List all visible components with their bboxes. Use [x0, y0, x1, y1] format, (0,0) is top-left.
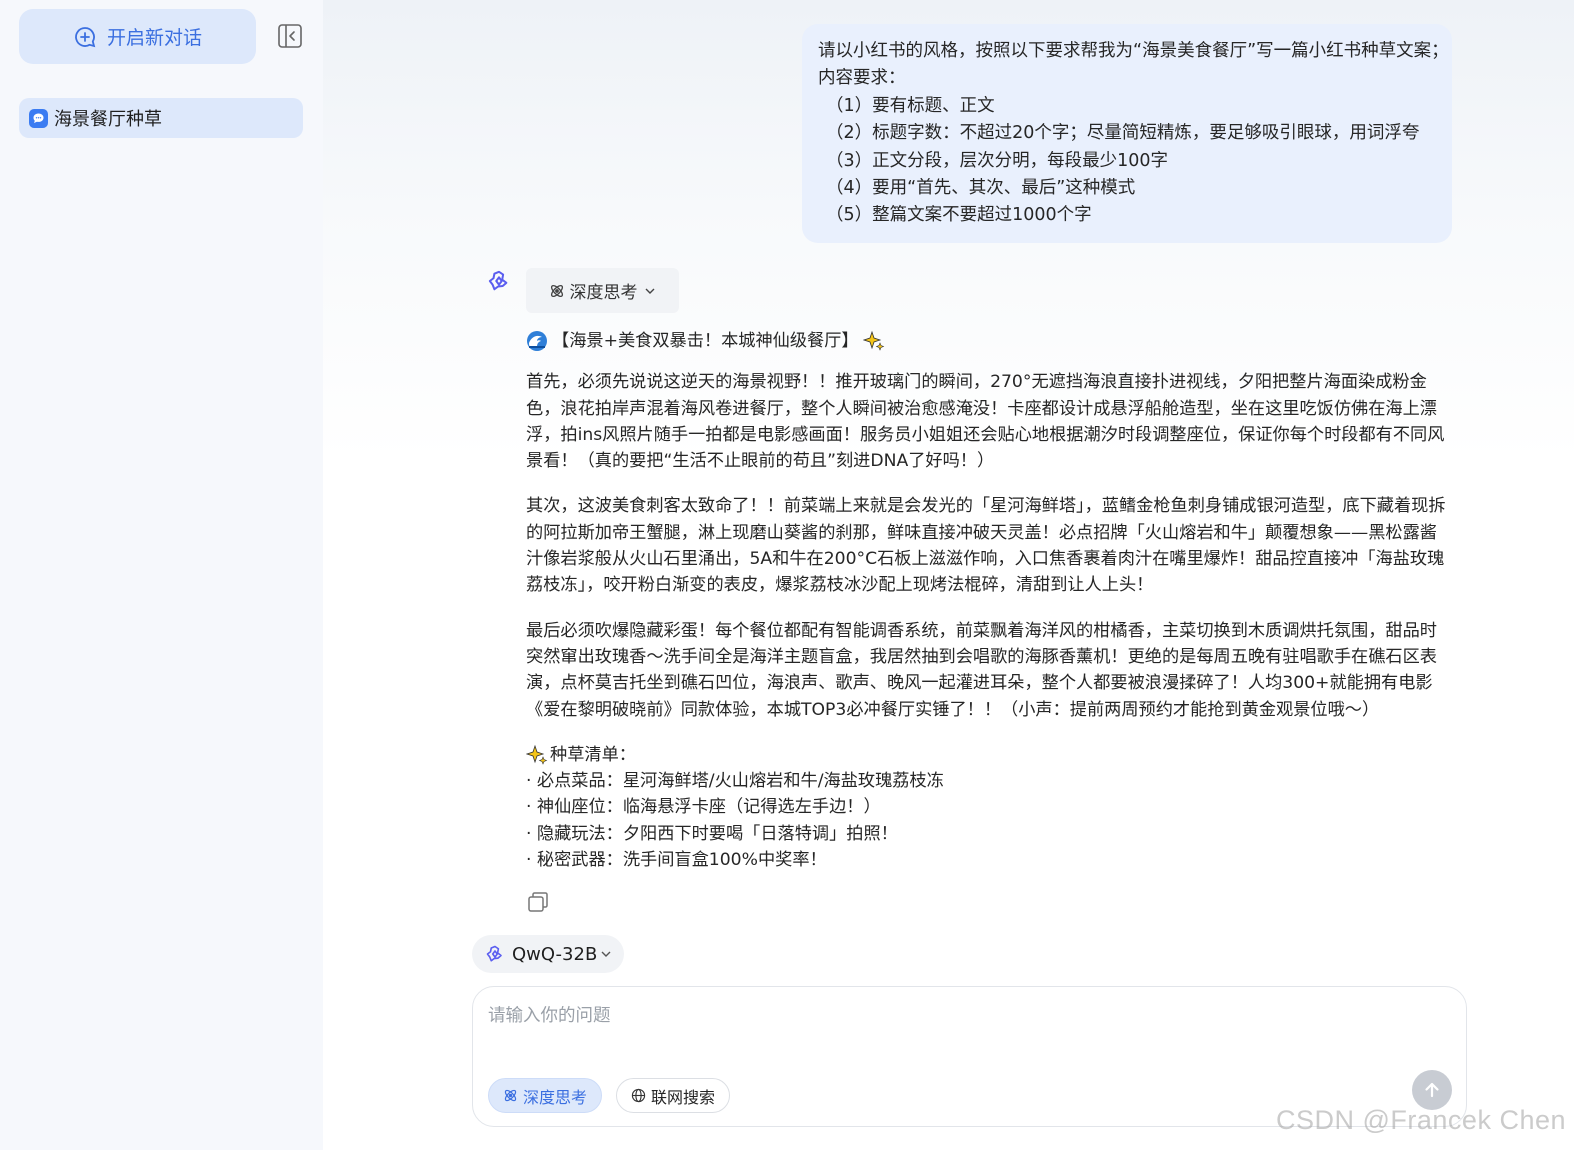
qwen-logo-icon: [486, 945, 502, 962]
atom-icon: [504, 1089, 517, 1102]
chat-main: 请以小红书的风格，按照以下要求帮我为“海景美食餐厅”写一篇小红书种草文案； 内容…: [323, 0, 1574, 1150]
deep-think-label: 深度思考: [569, 283, 638, 303]
chat-plus-icon: [75, 26, 96, 47]
assistant-answer: 【海景+美食双暴击！本城神仙级餐厅】 首先，必须先说说这逆天的海景视野！！推开玻…: [526, 328, 1454, 873]
new-chat-label: 开启新对话: [106, 27, 202, 49]
prompt-line: 请以小红书的风格，按照以下要求帮我为“海景美食餐厅”写一篇小红书种草文案；: [818, 41, 1449, 61]
answer-paragraph: 其次，这波美食刺客太致命了！！前菜端上来就是会发光的「星河海鲜塔」，蓝鳍金枪鱼刺…: [526, 496, 1446, 596]
answer-paragraph: 最后必须吹爆隐藏彩蛋！每个餐位都配有智能调香系统，前菜飘着海洋风的柑橘香，主菜切…: [526, 620, 1437, 720]
sparkles-icon: [862, 330, 884, 351]
sparkles-icon: [526, 744, 548, 765]
copy-icon[interactable]: [526, 890, 550, 914]
prompt-line: （5）整篇文案不要超过1000个字: [826, 205, 1092, 226]
question-input[interactable]: [488, 1001, 1408, 1031]
deep-think-toggle[interactable]: 深度思考: [526, 268, 679, 313]
prompt-line: （2）标题字数：不超过20个字；尽量简短精炼，要足够吸引眼球，用词浮夸: [826, 123, 1420, 144]
list-item: · 神仙座位：临海悬浮卡座（记得选左手边！）: [526, 797, 881, 818]
answer-paragraph: 首先，必须先说说这逆天的海景视野！！推开玻璃门的瞬间，270°无遮挡海浪直接扑进…: [526, 372, 1445, 472]
model-label: QwQ-32B: [512, 943, 598, 965]
history-item[interactable]: 海景餐厅种草: [19, 98, 303, 138]
list-item: · 必点菜品：星河海鲜塔/火山熔岩和牛/海盐玫瑰荔枝冻: [526, 771, 944, 792]
deep-think-button-label: 深度思考: [523, 1087, 588, 1107]
answer-title-row: 【海景+美食双暴击！本城神仙级餐厅】: [526, 328, 1454, 354]
send-button[interactable]: [1412, 1070, 1452, 1110]
web-search-button[interactable]: 联网搜索: [616, 1078, 731, 1113]
deep-think-button[interactable]: 深度思考: [488, 1078, 603, 1113]
collapse-sidebar-button[interactable]: [276, 22, 304, 50]
arrow-up-icon: [1425, 1082, 1439, 1098]
composer: 深度思考 联网搜索: [472, 986, 1467, 1127]
list-title: 种草清单：: [550, 744, 636, 765]
history-item-label: 海景餐厅种草: [54, 109, 162, 130]
prompt-line: （4）要用“首先、其次、最后”这种模式: [826, 178, 1136, 199]
new-chat-button[interactable]: 开启新对话: [19, 9, 256, 64]
chat-bubble-icon: [29, 108, 48, 128]
model-selector[interactable]: QwQ-32B: [472, 935, 624, 973]
list-item: · 秘密武器：洗手间盲盒100%中奖率！: [526, 850, 827, 871]
app-window: 开启新对话 海景餐厅种草 请以小红书的风格，按照以下要求帮我为“海景美食餐厅”写…: [0, 0, 1574, 1150]
wave-icon: [527, 331, 547, 352]
answer-title: 【海景+美食双暴击！本城神仙级餐厅】: [552, 331, 859, 351]
sidebar: 开启新对话 海景餐厅种草: [0, 0, 323, 1150]
collapse-sidebar-icon: [278, 24, 302, 48]
list-item: · 隐藏玩法：夕阳西下时要喝「日落特调」拍照！: [526, 823, 898, 844]
chevron-down-icon: [645, 288, 654, 294]
chevron-down-icon: [601, 951, 611, 957]
user-message: 请以小红书的风格，按照以下要求帮我为“海景美食餐厅”写一篇小红书种草文案； 内容…: [802, 24, 1452, 243]
globe-icon: [631, 1088, 646, 1103]
prompt-line: 内容要求：: [818, 68, 906, 89]
prompt-line: （1）要有标题、正文: [826, 95, 995, 116]
qwen-logo-icon: [488, 270, 508, 291]
prompt-line: （3）正文分段，层次分明，每段最少100字: [826, 150, 1169, 171]
list-title-row: 种草清单：: [526, 742, 1454, 768]
atom-icon: [550, 284, 563, 297]
web-search-label: 联网搜索: [651, 1087, 716, 1107]
